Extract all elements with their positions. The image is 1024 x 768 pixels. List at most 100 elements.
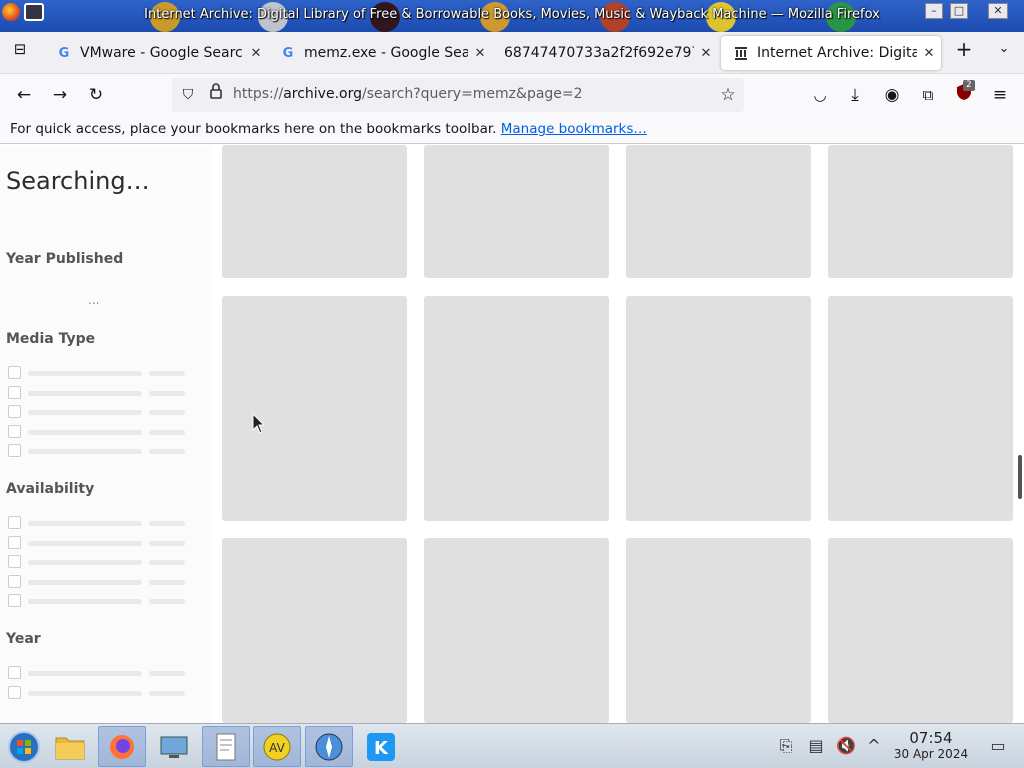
lock-icon[interactable] <box>204 83 228 107</box>
tab-strip: ⊟ G VMware - Google Search ✕ G memz.exe … <box>0 32 1024 74</box>
tab-image[interactable]: 68747470733a2f2f692e797 ✕ <box>492 36 718 70</box>
account-icon[interactable]: ◉ <box>880 83 904 107</box>
tab-vmware-search[interactable]: G VMware - Google Search ✕ <box>44 36 268 70</box>
result-tile-placeholder[interactable] <box>222 145 407 278</box>
result-tile-placeholder[interactable] <box>828 538 1013 723</box>
window-titlebar[interactable]: Internet Archive: Digital Library of Fre… <box>0 0 1024 32</box>
url-path: /search?query=memz&page=2 <box>362 86 583 102</box>
checkbox[interactable] <box>8 575 21 588</box>
result-tile-placeholder[interactable] <box>626 538 811 723</box>
checkbox[interactable] <box>8 536 21 549</box>
searching-heading: Searching… <box>6 167 150 195</box>
facet-year[interactable]: Year <box>6 631 41 647</box>
back-icon[interactable]: ← <box>12 83 36 107</box>
archive-icon <box>733 45 749 61</box>
downloads-icon[interactable]: ⤓ <box>843 83 867 107</box>
file-manager-icon[interactable] <box>46 726 94 767</box>
forward-icon[interactable]: → <box>48 83 72 107</box>
result-tile-placeholder[interactable] <box>828 296 1013 521</box>
result-tile-placeholder[interactable] <box>222 538 407 723</box>
start-menu-button[interactable] <box>0 726 48 767</box>
new-tab-icon[interactable]: + <box>952 37 976 61</box>
url-text[interactable]: https://archive.org/search?query=memz&pa… <box>233 86 583 102</box>
facet-year-published[interactable]: Year Published <box>6 251 123 267</box>
facet-media-type[interactable]: Media Type <box>6 331 95 347</box>
result-tile-placeholder[interactable] <box>626 296 811 521</box>
close-window-button[interactable]: ✕ <box>988 3 1008 19</box>
result-tile-placeholder[interactable] <box>626 145 811 278</box>
firefox-view-icon[interactable]: ⊟ <box>8 37 32 61</box>
svg-text:K: K <box>374 738 389 759</box>
loading-indicator: ... <box>88 293 100 307</box>
close-tab-icon[interactable]: ✕ <box>917 46 941 61</box>
tab-label: memz.exe - Google Search <box>304 45 468 61</box>
svg-text:AV: AV <box>269 741 285 755</box>
checkbox[interactable] <box>8 386 21 399</box>
clock[interactable]: 07:54 30 Apr 2024 <box>893 729 969 762</box>
checkbox[interactable] <box>8 686 21 699</box>
tracking-protection-icon[interactable]: ⛉ <box>176 83 200 107</box>
taskbar: AV K ⎘ ▤ 🔇 ^ 07:54 30 Apr 2024 ▭ <box>0 723 1024 768</box>
checkbox[interactable] <box>8 366 21 379</box>
google-icon: G <box>58 45 70 61</box>
checkbox[interactable] <box>8 425 21 438</box>
tab-label: VMware - Google Search <box>80 45 244 61</box>
clock-date: 30 Apr 2024 <box>893 747 969 761</box>
bookmarks-message-container: For quick access, place your bookmarks h… <box>10 121 647 137</box>
close-tab-icon[interactable]: ✕ <box>694 46 718 61</box>
checkbox[interactable] <box>8 594 21 607</box>
mouse-cursor-icon <box>252 413 266 434</box>
minimize-button[interactable]: – <box>925 3 943 19</box>
firefox-taskbar-icon[interactable] <box>98 726 146 767</box>
facets-sidebar: Searching… Year Published ... Media Type… <box>0 145 212 723</box>
checkbox[interactable] <box>8 516 21 529</box>
show-desktop-icon[interactable]: ▭ <box>988 736 1008 756</box>
antivirus-icon[interactable]: AV <box>253 726 301 767</box>
tab-label: 68747470733a2f2f692e797 <box>504 45 694 61</box>
checkbox[interactable] <box>8 444 21 457</box>
text-editor-icon[interactable] <box>202 726 250 767</box>
tab-memz-search[interactable]: G memz.exe - Google Search ✕ <box>268 36 492 70</box>
result-tile-placeholder[interactable] <box>424 538 609 723</box>
tray-expand-icon[interactable]: ^ <box>864 736 884 756</box>
bookmark-star-icon[interactable]: ☆ <box>716 83 740 107</box>
result-tile-placeholder[interactable] <box>424 296 609 521</box>
pocket-icon[interactable]: ◡ <box>808 83 832 107</box>
url-scheme: https:// <box>233 86 284 102</box>
list-tabs-icon[interactable]: ⌄ <box>992 37 1016 61</box>
result-tile-placeholder[interactable] <box>828 145 1013 278</box>
extension-badge: 2 <box>963 80 975 91</box>
window-title: Internet Archive: Digital Library of Fre… <box>144 7 880 22</box>
page-content: Searching… Year Published ... Media Type… <box>0 145 1024 723</box>
url-bar[interactable]: ⛉ https://archive.org/search?query=memz&… <box>172 78 744 112</box>
tab-label: Internet Archive: Digital Library <box>757 45 917 61</box>
result-tile-placeholder[interactable] <box>222 296 407 521</box>
navigation-toolbar: ← → ↻ ⛉ https://archive.org/search?query… <box>0 74 1024 116</box>
tab-internet-archive[interactable]: Internet Archive: Digital Library ✕ <box>721 36 941 70</box>
volume-muted-icon[interactable]: 🔇 <box>836 736 856 756</box>
manage-bookmarks-link[interactable]: Manage bookmarks… <box>501 121 647 137</box>
close-tab-icon[interactable]: ✕ <box>244 46 268 61</box>
facet-availability[interactable]: Availability <box>6 481 94 497</box>
menu-icon[interactable]: ≡ <box>988 83 1012 107</box>
checkbox[interactable] <box>8 666 21 679</box>
scrollbar-thumb[interactable] <box>1018 455 1022 499</box>
extensions-icon[interactable]: ⧉ <box>916 83 940 107</box>
ublock-icon[interactable]: 2 <box>952 80 976 107</box>
notes-icon[interactable]: ▤ <box>806 736 826 756</box>
clock-time: 07:54 <box>909 729 953 747</box>
result-tile-placeholder[interactable] <box>424 145 609 278</box>
google-icon: G <box>282 45 294 61</box>
checkbox[interactable] <box>8 405 21 418</box>
bookmarks-message: For quick access, place your bookmarks h… <box>10 121 497 137</box>
close-tab-icon[interactable]: ✕ <box>468 46 492 61</box>
bookmarks-toolbar: For quick access, place your bookmarks h… <box>0 116 1024 144</box>
maximize-button[interactable]: □ <box>950 3 968 19</box>
system-settings-icon[interactable] <box>150 726 198 767</box>
url-domain: archive.org <box>283 86 362 102</box>
clipboard-icon[interactable]: ⎘ <box>776 736 796 756</box>
kde-icon[interactable]: K <box>357 726 405 767</box>
network-icon[interactable] <box>305 726 353 767</box>
checkbox[interactable] <box>8 555 21 568</box>
reload-icon[interactable]: ↻ <box>84 83 108 107</box>
